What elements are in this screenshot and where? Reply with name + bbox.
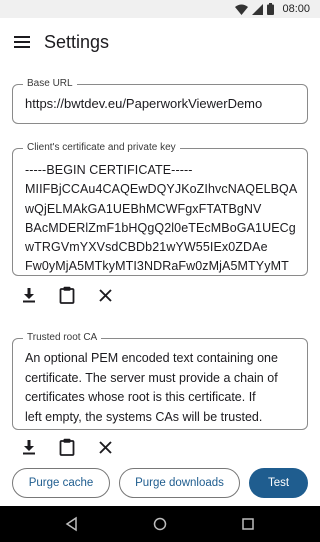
system-navigation-bar: [0, 506, 320, 542]
recents-icon[interactable]: [240, 516, 256, 532]
home-icon[interactable]: [152, 516, 168, 532]
text-line: Fw0yMjA5MTkyMTI3NDRaFw0zMjA5MTYyMT: [25, 259, 289, 274]
menu-button[interactable]: [0, 18, 44, 66]
client-certificate-text[interactable]: -----BEGIN CERTIFICATE----- MIIFBjCCAu4C…: [25, 161, 301, 277]
base-url-label: Base URL: [23, 78, 77, 90]
text-line: -----BEGIN CERTIFICATE-----: [25, 163, 193, 177]
clear-icon: [98, 288, 112, 302]
text-line: left empty, the systems CAs will be trus…: [25, 409, 263, 424]
cert-download-button[interactable]: [18, 284, 40, 306]
clear-icon: [98, 440, 112, 454]
cert-paste-button[interactable]: [56, 284, 78, 306]
test-button[interactable]: Test: [249, 468, 308, 498]
text-line: wQjELMAkGA1UEBhMCWFgxFTATBgNV: [25, 201, 262, 216]
download-icon: [23, 287, 35, 302]
text-line: MIIFBjCCAu4CAQEwDQYJKoZIhvcNAQELBQA: [25, 182, 298, 197]
ca-clear-button[interactable]: [94, 436, 116, 458]
hamburger-menu-icon: [14, 36, 30, 48]
wifi-icon: [235, 4, 249, 15]
base-url-value[interactable]: https://bwtdev.eu/PaperworkViewerDemo: [25, 96, 297, 111]
paste-clipboard-icon: [59, 286, 75, 304]
app-bar: Settings: [0, 18, 320, 66]
status-icons: 08:00: [235, 2, 310, 16]
back-icon[interactable]: [64, 516, 80, 532]
paste-clipboard-icon: [59, 438, 75, 456]
purge-downloads-button[interactable]: Purge downloads: [119, 468, 240, 498]
trusted-root-ca-placeholder[interactable]: An optional PEM encoded text containing …: [25, 349, 299, 427]
purge-cache-button[interactable]: Purge cache: [12, 468, 110, 498]
status-time: 08:00: [282, 3, 310, 15]
text-line: certificates whose root is this certific…: [25, 390, 256, 404]
battery-icon: [267, 3, 275, 15]
text-line: BAcMDERlZmF1bHQgQ2l0eTEcMBoGA1UECg: [25, 220, 296, 235]
base-url-field[interactable]: Base URL https://bwtdev.eu/PaperworkView…: [12, 78, 308, 124]
text-line: wTRGVmYXVsdCBDb21wYW55IEx0ZDAe: [25, 240, 268, 255]
status-bar: 08:00: [0, 0, 320, 18]
client-certificate-actions: [18, 284, 116, 306]
download-icon: [23, 439, 35, 454]
client-certificate-label: Client's certificate and private key: [23, 142, 180, 154]
trusted-root-ca-label: Trusted root CA: [23, 332, 102, 344]
cert-clear-button[interactable]: [94, 284, 116, 306]
text-line: An optional PEM encoded text containing …: [25, 351, 278, 365]
ca-download-button[interactable]: [18, 436, 40, 458]
trusted-root-ca-actions: [18, 436, 116, 458]
client-certificate-field[interactable]: Client's certificate and private key ---…: [12, 142, 308, 277]
trusted-root-ca-field[interactable]: Trusted root CA An optional PEM encoded …: [12, 332, 308, 430]
text-line: certificate. The server must provide a c…: [25, 370, 278, 385]
page-title: Settings: [44, 31, 110, 52]
signal-icon: [252, 3, 264, 15]
ca-paste-button[interactable]: [56, 436, 78, 458]
